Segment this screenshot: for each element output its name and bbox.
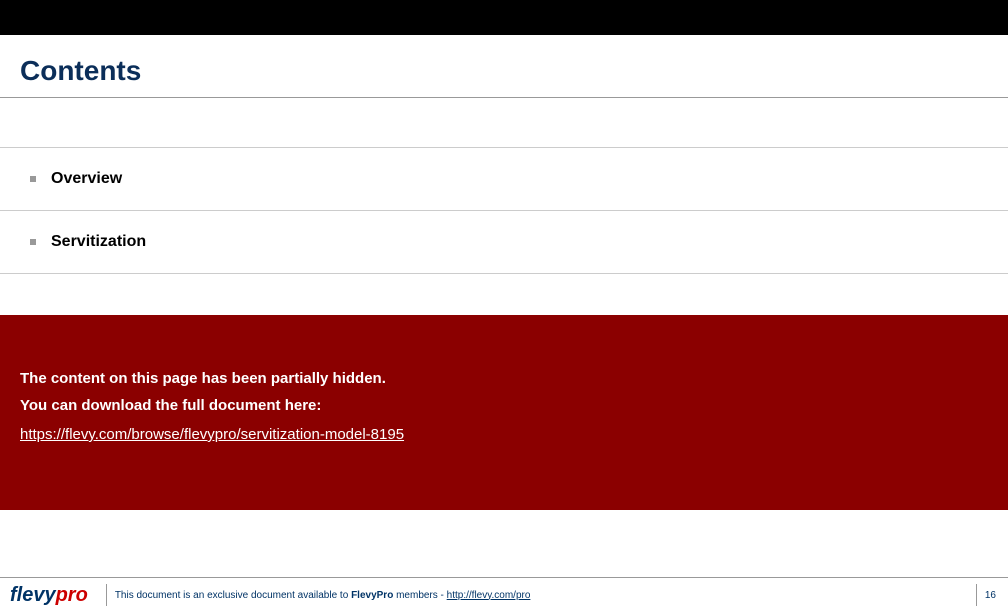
slide-footer: flevypro This document is an exclusive d… bbox=[0, 577, 1008, 612]
bullet-icon bbox=[30, 176, 36, 182]
footer-link[interactable]: http://flevy.com/pro bbox=[447, 590, 531, 601]
spacer bbox=[0, 98, 1008, 148]
bullet-icon bbox=[30, 239, 36, 245]
download-link[interactable]: https://flevy.com/browse/flevypro/servit… bbox=[20, 426, 404, 443]
footer-mid: members - bbox=[393, 590, 446, 601]
page-number: 16 bbox=[985, 590, 1008, 601]
logo-part2: pro bbox=[56, 584, 88, 606]
hidden-text-2: You can download the full document here: bbox=[20, 397, 988, 414]
page-title: Contents bbox=[0, 35, 1008, 97]
hidden-text-1: The content on this page has been partia… bbox=[20, 370, 988, 387]
toc-item-servitization: Servitization bbox=[0, 210, 1008, 274]
flevypro-logo: flevypro bbox=[0, 584, 98, 607]
footer-text: This document is an exclusive document a… bbox=[115, 590, 968, 601]
logo-part1: flevy bbox=[10, 584, 56, 606]
toc-label: Overview bbox=[51, 170, 122, 188]
footer-divider bbox=[106, 584, 107, 606]
toc-label: Servitization bbox=[51, 233, 146, 251]
footer-divider-right bbox=[976, 584, 977, 606]
toc-item-overview: Overview bbox=[0, 147, 1008, 211]
footer-bold: FlevyPro bbox=[351, 590, 393, 601]
footer-prefix: This document is an exclusive document a… bbox=[115, 590, 351, 601]
hidden-content-notice: The content on this page has been partia… bbox=[0, 315, 1008, 510]
slide-body: Contents Overview Servitization The cont… bbox=[0, 35, 1008, 612]
